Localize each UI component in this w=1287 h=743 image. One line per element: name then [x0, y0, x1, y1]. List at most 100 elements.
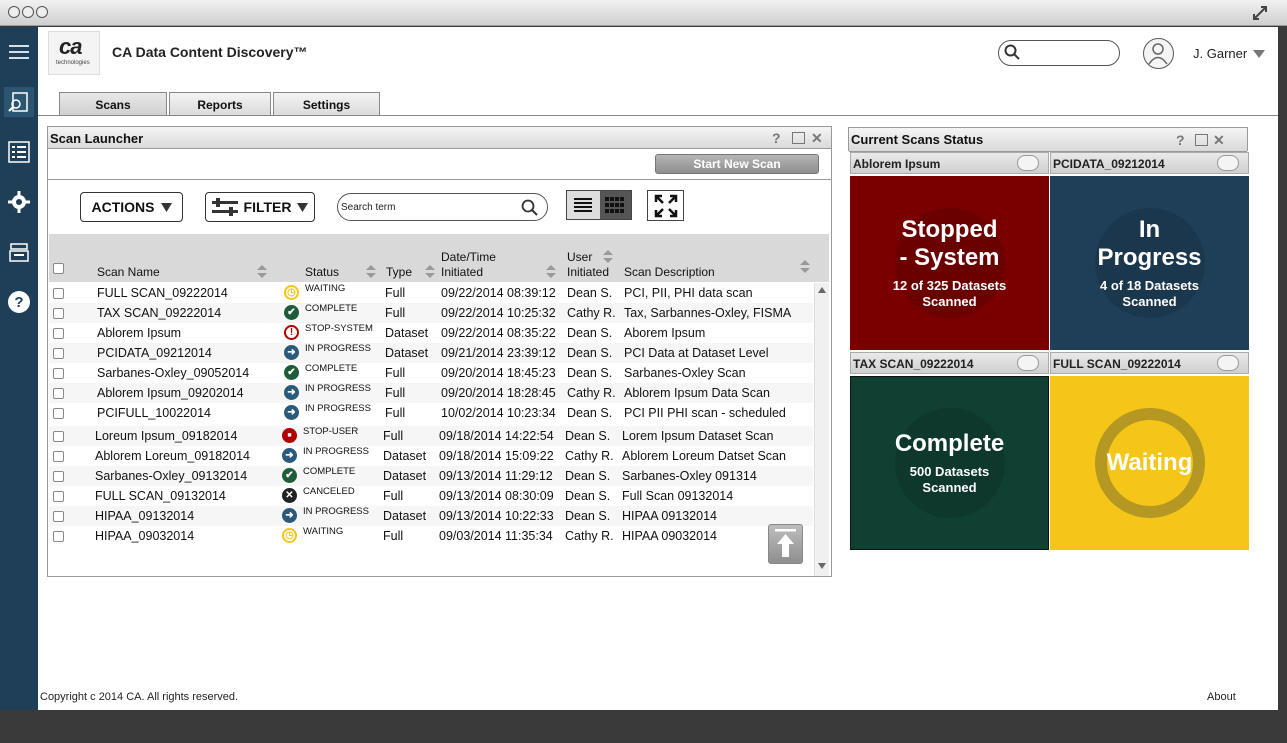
expand-icon[interactable] [647, 190, 684, 221]
window-minimize-button[interactable] [22, 6, 34, 18]
row-checkbox[interactable] [53, 471, 64, 482]
table-row[interactable]: FULL SCAN_09132014 Full 09/13/2014 08:30:0… [49, 486, 813, 506]
scan-name[interactable]: Sarbanes-Oxley_09052014 [97, 366, 249, 380]
scan-name[interactable]: FULL SCAN_09132014 [95, 489, 226, 503]
user-name[interactable]: J. Garner [1193, 46, 1247, 61]
settings-gear-icon[interactable] [4, 187, 34, 217]
row-checkbox[interactable] [53, 431, 64, 442]
sort-icon[interactable] [546, 265, 556, 279]
select-all-checkbox[interactable] [53, 263, 64, 274]
table-row[interactable]: Loreum Ipsum_09182014 Full 09/18/2014 14:2… [49, 426, 813, 446]
row-checkbox[interactable] [53, 288, 64, 299]
row-checkbox[interactable] [53, 408, 64, 419]
scan-search-field[interactable]: Search term [337, 193, 548, 221]
start-new-scan-button[interactable]: Start New Scan [655, 154, 819, 174]
scan-name[interactable]: Sarbanes-Oxley_09132014 [95, 469, 247, 483]
table-row[interactable]: Sarbanes-Oxley_09132014 Dataset 09/13/2014… [49, 466, 813, 486]
scan-name[interactable]: Loreum Ipsum_09182014 [95, 429, 237, 443]
fullscreen-icon[interactable] [1252, 5, 1268, 21]
status-card[interactable]: Waiting [1050, 376, 1249, 550]
row-checkbox[interactable] [53, 388, 64, 399]
scan-name[interactable]: PCIFULL_10022014 [97, 406, 211, 420]
row-checkbox[interactable] [53, 491, 64, 502]
help-circle-icon[interactable]: ? [1176, 132, 1185, 148]
grid-view-icon[interactable] [599, 191, 631, 219]
scan-name[interactable]: Ablorem Ipsum_09202014 [97, 386, 244, 400]
col-scan-name[interactable]: Scan Name [97, 265, 160, 279]
tab-scans[interactable]: Scans [59, 92, 167, 116]
status-card[interactable]: Stopped - System 12 of 325 Datasets Scanned [850, 176, 1049, 350]
card-settings-icon[interactable] [1017, 355, 1039, 371]
row-checkbox[interactable] [53, 451, 64, 462]
scroll-up-icon[interactable] [818, 287, 826, 293]
row-checkbox[interactable] [53, 328, 64, 339]
reports-icon[interactable] [4, 137, 34, 167]
col-user-line1[interactable]: User [567, 250, 592, 264]
help-icon[interactable]: ? [4, 287, 34, 317]
list-view-icon[interactable] [567, 191, 600, 219]
tab-reports[interactable]: Reports [169, 92, 271, 116]
close-icon[interactable]: ✕ [1213, 132, 1225, 149]
scan-name[interactable]: HIPAA_09132014 [95, 509, 194, 523]
row-checkbox[interactable] [53, 531, 64, 542]
scroll-down-icon[interactable] [818, 563, 826, 569]
card-settings-icon[interactable] [1217, 155, 1239, 171]
row-checkbox[interactable] [53, 308, 64, 319]
window-zoom-button[interactable] [36, 6, 48, 18]
table-row[interactable]: FULL SCAN_09222014 Full 09/22/2014 08:39:1… [49, 283, 813, 303]
sort-icon[interactable] [425, 265, 435, 279]
table-row[interactable]: Ablorem Loreum_09182014 Dataset 09/18/2014… [49, 446, 813, 466]
global-search-input[interactable] [998, 40, 1120, 66]
actions-dropdown[interactable]: ACTIONS [80, 192, 183, 222]
status-card[interactable]: Complete 500 Datasets Scanned [850, 376, 1049, 550]
back-to-top-button[interactable] [768, 524, 803, 564]
tab-settings[interactable]: Settings [273, 92, 380, 116]
sort-icon[interactable] [257, 265, 267, 279]
row-checkbox[interactable] [53, 368, 64, 379]
table-row[interactable]: TAX SCAN_09222014 Full 09/22/2014 10:25:32… [49, 303, 813, 323]
col-date-line2[interactable]: Initiated [441, 265, 483, 279]
window-close-button[interactable] [8, 6, 20, 18]
archive-icon[interactable] [4, 237, 34, 267]
table-row[interactable]: Ablorem Ipsum_09202014 Full 09/20/2014 18:… [49, 383, 813, 403]
col-type[interactable]: Type [386, 265, 412, 279]
search-icon[interactable] [521, 199, 538, 216]
maximize-icon[interactable] [792, 132, 805, 144]
col-date-line1[interactable]: Date/Time [441, 250, 496, 264]
col-description[interactable]: Scan Description [624, 265, 715, 279]
row-checkbox[interactable] [53, 348, 64, 359]
sort-icon[interactable] [366, 265, 376, 279]
table-row[interactable]: PCIDATA_09212014 Dataset 09/21/2014 23:39:… [49, 343, 813, 363]
table-row[interactable]: HIPAA_09032014 Full 09/03/2014 11:35:34 Cat… [49, 526, 813, 546]
help-circle-icon[interactable]: ? [772, 130, 781, 146]
scan-name[interactable]: FULL SCAN_09222014 [97, 286, 228, 300]
row-checkbox[interactable] [53, 511, 64, 522]
scan-name[interactable]: PCIDATA_09212014 [97, 346, 212, 360]
table-row[interactable]: Ablorem Ipsum Dataset 09/22/2014 08:35:22 D… [49, 323, 813, 343]
scan-search-icon[interactable] [4, 87, 34, 117]
menu-icon[interactable] [4, 37, 34, 67]
col-status[interactable]: Status [305, 265, 339, 279]
chevron-down-icon[interactable] [1253, 50, 1265, 58]
sort-icon[interactable] [603, 250, 613, 264]
col-user-line2[interactable]: Initiated [567, 265, 609, 279]
user-avatar[interactable] [1143, 38, 1174, 69]
filter-dropdown[interactable]: FILTER [205, 192, 315, 222]
card-settings-icon[interactable] [1217, 355, 1239, 371]
scan-type: Full [385, 366, 406, 380]
maximize-icon[interactable] [1195, 134, 1208, 146]
table-scrollbar[interactable] [814, 283, 829, 576]
card-settings-icon[interactable] [1017, 155, 1039, 171]
status-card[interactable]: In Progress 4 of 18 Datasets Scanned [1050, 176, 1249, 350]
card-detail-label: Scanned [922, 480, 977, 495]
table-row[interactable]: PCIFULL_10022014 Full 10/02/2014 10:23:34 D… [49, 403, 813, 423]
scan-name[interactable]: Ablorem Ipsum [97, 326, 181, 340]
close-icon[interactable]: ✕ [811, 130, 823, 147]
scan-name[interactable]: TAX SCAN_09222014 [97, 306, 221, 320]
scan-name[interactable]: HIPAA_09032014 [95, 529, 194, 543]
sort-icon[interactable] [800, 260, 810, 274]
table-row[interactable]: Sarbanes-Oxley_09052014 Full 09/20/2014 18… [49, 363, 813, 383]
scan-name[interactable]: Ablorem Loreum_09182014 [95, 449, 250, 463]
table-row[interactable]: HIPAA_09132014 Dataset 09/13/2014 10:22:33… [49, 506, 813, 526]
about-link[interactable]: About [1207, 691, 1236, 703]
